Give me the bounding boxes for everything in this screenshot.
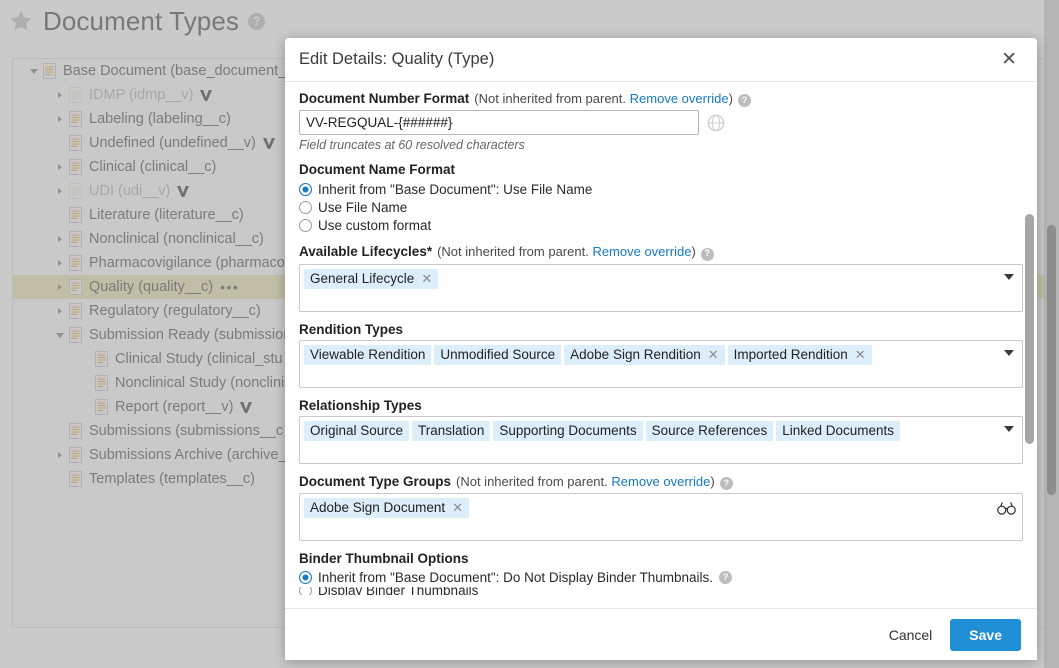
radio-label: Use custom format (318, 218, 431, 233)
token-label: Adobe Sign Rendition (570, 347, 701, 363)
dialog-title: Edit Details: Quality (Type) (299, 50, 997, 69)
label-rendition-types: Rendition Types (299, 322, 403, 337)
note-suffix: ) (710, 474, 714, 489)
dialog-scrollbar-thumb[interactable] (1025, 214, 1034, 444)
help-icon-document-type-groups[interactable]: ? (720, 477, 733, 490)
remove-token-icon[interactable]: ✕ (452, 500, 463, 516)
lifecycle-token[interactable]: General Lifecycle ✕ (304, 269, 438, 289)
chevron-down-icon-lifecycles[interactable] (1004, 274, 1014, 280)
rendition-types-tokenbox[interactable]: Viewable Rendition Unmodified Source Adobe… (299, 340, 1023, 388)
field-rendition-types: Rendition Types Viewable Rendition Unmodi… (299, 322, 1023, 388)
label-document-number-format: Document Number Format (299, 91, 469, 106)
label-relationship-types: Relationship Types (299, 398, 422, 413)
note-prefix: (Not inherited from parent. (456, 474, 608, 489)
relationship-token[interactable]: Supporting Documents (493, 421, 642, 441)
cancel-button[interactable]: Cancel (885, 621, 937, 649)
label-available-lifecycles: Available Lifecycles* (299, 244, 432, 259)
dialog-header: Edit Details: Quality (Type) ✕ (285, 38, 1037, 82)
available-lifecycles-tokenbox[interactable]: General Lifecycle ✕ (299, 264, 1023, 312)
note-suffix: ) (691, 244, 695, 259)
document-type-groups-tokenbox[interactable]: Adobe Sign Document ✕ (299, 493, 1023, 541)
token-label: Imported Rendition (734, 347, 848, 363)
token-label: Original Source (310, 423, 403, 439)
remove-override-link-groups[interactable]: Remove override (611, 474, 710, 489)
note-suffix: ) (729, 91, 733, 106)
document-name-format-option-2[interactable]: Use custom format (299, 216, 1023, 234)
field-relationship-types: Relationship Types Original Source Transl… (299, 398, 1023, 464)
page-scrollbar[interactable] (1044, 0, 1059, 668)
globe-icon[interactable] (707, 114, 725, 132)
token-label: Supporting Documents (499, 423, 636, 439)
page-scrollbar-thumb[interactable] (1047, 225, 1056, 495)
binder-thumbnail-option-1[interactable]: Display Binder Thumbnails (299, 587, 1023, 595)
help-icon-document-number-format[interactable]: ? (738, 94, 751, 107)
dialog-footer: Cancel Save (285, 608, 1037, 660)
token-label: General Lifecycle (310, 271, 414, 287)
relationship-token[interactable]: Translation (412, 421, 490, 441)
label-binder-thumbnail-options: Binder Thumbnail Options (299, 551, 469, 566)
radio-button[interactable] (299, 571, 312, 584)
hint-document-number-format: Field truncates at 60 resolved character… (299, 138, 1023, 152)
relationship-token[interactable]: Source References (646, 421, 774, 441)
radio-button[interactable] (299, 587, 312, 595)
rendition-token[interactable]: Imported Rendition ✕ (728, 345, 872, 365)
chevron-down-icon-rendition[interactable] (1004, 350, 1014, 356)
note-available-lifecycles: (Not inherited from parent. Remove overr… (437, 244, 696, 259)
binder-thumbnail-option-0[interactable]: Inherit from "Base Document": Do Not Dis… (299, 569, 1023, 587)
binoculars-icon[interactable] (997, 501, 1016, 515)
relationship-token[interactable]: Linked Documents (776, 421, 900, 441)
help-icon-available-lifecycles[interactable]: ? (701, 248, 714, 261)
remove-token-icon[interactable]: ✕ (421, 271, 432, 287)
token-label: Source References (652, 423, 768, 439)
chevron-down-icon-relationship[interactable] (1004, 426, 1014, 432)
radio-button[interactable] (299, 219, 312, 232)
radio-label: Display Binder Thumbnails (318, 587, 478, 595)
radio-button[interactable] (299, 201, 312, 214)
note-document-type-groups: (Not inherited from parent. Remove overr… (456, 474, 715, 489)
radio-button[interactable] (299, 183, 312, 196)
document-name-format-option-1[interactable]: Use File Name (299, 198, 1023, 216)
edit-details-dialog: Edit Details: Quality (Type) ✕ Document … (285, 38, 1037, 660)
remove-override-link-lifecycles[interactable]: Remove override (592, 244, 691, 259)
token-label: Adobe Sign Document (310, 500, 445, 516)
relationship-token[interactable]: Original Source (304, 421, 409, 441)
help-icon-binder-thumbnail[interactable]: ? (719, 571, 732, 584)
save-button[interactable]: Save (950, 619, 1021, 651)
document-number-format-input[interactable] (299, 110, 699, 135)
radio-label: Use File Name (318, 200, 407, 215)
field-document-name-format: Document Name Format Inherit from "Base … (299, 162, 1023, 234)
radio-label: Inherit from "Base Document": Do Not Dis… (318, 570, 713, 585)
dialog-body: Document Number Format (Not inherited fr… (285, 82, 1037, 608)
note-prefix: (Not inherited from parent. (437, 244, 589, 259)
app-root: Document Types ? Base Document (base_doc… (0, 0, 1059, 668)
note-prefix: (Not inherited from parent. (474, 91, 626, 106)
field-document-number-format: Document Number Format (Not inherited fr… (299, 91, 1023, 152)
group-token[interactable]: Adobe Sign Document ✕ (304, 498, 469, 518)
token-label: Unmodified Source (440, 347, 555, 363)
dialog-scrollbar[interactable] (1024, 82, 1035, 608)
document-name-format-option-0[interactable]: Inherit from "Base Document": Use File N… (299, 180, 1023, 198)
field-binder-thumbnail-options: Binder Thumbnail Options Inherit from "B… (299, 551, 1023, 595)
token-label: Linked Documents (782, 423, 894, 439)
remove-token-icon[interactable]: ✕ (855, 347, 866, 363)
field-available-lifecycles: Available Lifecycles* (Not inherited fro… (299, 244, 1023, 311)
radio-label: Inherit from "Base Document": Use File N… (318, 182, 592, 197)
note-document-number-format: (Not inherited from parent. Remove overr… (474, 91, 733, 106)
remove-override-link-dnf[interactable]: Remove override (630, 91, 729, 106)
rendition-token[interactable]: Viewable Rendition (304, 345, 431, 365)
label-document-type-groups: Document Type Groups (299, 474, 451, 489)
close-icon[interactable]: ✕ (997, 48, 1021, 71)
field-document-type-groups: Document Type Groups (Not inherited from… (299, 474, 1023, 541)
token-label: Translation (418, 423, 484, 439)
label-document-name-format: Document Name Format (299, 162, 455, 177)
remove-token-icon[interactable]: ✕ (708, 347, 719, 363)
token-label: Viewable Rendition (310, 347, 425, 363)
rendition-token[interactable]: Unmodified Source (434, 345, 561, 365)
relationship-types-tokenbox[interactable]: Original Source Translation Supporting Doc… (299, 416, 1023, 464)
rendition-token[interactable]: Adobe Sign Rendition ✕ (564, 345, 725, 365)
